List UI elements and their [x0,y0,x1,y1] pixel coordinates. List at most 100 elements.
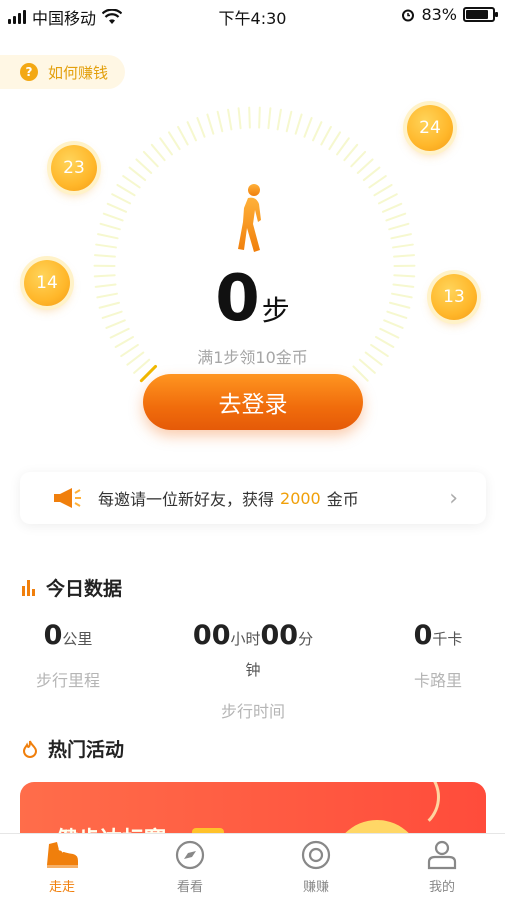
dial-tick [320,125,332,146]
dial-tick [343,143,359,162]
dial-tick [356,158,374,174]
bar-chart-icon [22,579,35,596]
dial-tick [122,175,141,189]
invite-amount: 2000 [280,488,321,508]
tab-walk[interactable]: 走走 [22,840,102,895]
distance-value: 0 [43,620,63,651]
dial-tick [135,158,153,174]
dial-tick [116,183,136,197]
today-data-title: 今日数据 [46,578,123,600]
how-to-earn-button[interactable]: ? 如何赚钱 [0,55,125,89]
hot-activities-header: 热门活动 [22,735,124,762]
dial-tick [267,107,272,130]
step-unit: 步 [261,294,290,327]
compass-icon [175,840,205,870]
login-button[interactable]: 去登录 [143,374,363,430]
tab-me-label: 我的 [428,880,455,895]
dial-tick [258,106,261,129]
battery-percent: 83% [421,5,457,24]
dial-tick [97,233,119,240]
question-icon: ? [20,63,38,81]
dial-tick [99,222,121,231]
reward-hint: 满1步领10金币 [197,348,308,367]
dial-tick [95,243,117,249]
invite-friends-banner[interactable]: 每邀请一位新好友，获得 2000 金币 › [20,472,486,524]
tab-walk-label: 走走 [48,880,75,895]
dial-tick [373,183,393,197]
calories-value: 0 [413,620,433,651]
alarm-icon [402,9,415,21]
dial-tick [206,113,215,135]
dial-tick [196,117,206,138]
walk-time-label: 步行时间 [220,702,285,721]
minutes-value: 00 [260,620,299,651]
dial-tick [142,150,159,168]
tab-watch-label: 看看 [176,880,203,895]
dial-tick [159,137,173,156]
dial-tick [276,108,282,131]
dial-tick [377,193,398,205]
dial-tick [111,193,132,205]
today-data-header: 今日数据 [22,574,122,601]
distance-unit: 公里 [62,630,93,648]
megaphone-icon [54,488,81,508]
dial-tick [336,137,350,156]
dial-tick [328,131,342,151]
dial-tick [381,202,403,213]
walking-person-icon [238,184,261,252]
dial-tick [227,108,233,131]
bottom-tab-bar: 走走 看看 赚赚 我的 [0,833,505,900]
coin-bubble[interactable]: 23 [51,145,97,191]
dial-tick [362,166,381,182]
dial-tick [390,233,412,240]
dial-tick [150,143,166,162]
step-count-value: 0 [215,262,260,336]
dial-tick [388,222,410,231]
dial-tick [368,175,387,189]
dial-tick [177,125,189,146]
dial-tick [393,254,416,258]
dial-tick [303,117,313,138]
tab-earn-label: 赚赚 [302,880,329,895]
tab-earn[interactable]: 赚赚 [276,840,356,895]
tab-me[interactable]: 我的 [402,840,482,895]
dial-tick [392,243,414,249]
hours-unit: 小时 [230,630,261,648]
chevron-right-icon: › [449,486,458,511]
dial-tick [186,121,197,142]
calories-label: 卡路里 [413,671,462,690]
distance-stat: 0公里 步行里程 [28,620,108,691]
tab-watch[interactable]: 看看 [150,840,230,895]
dial-tick [385,212,407,222]
distance-label: 步行里程 [35,671,100,690]
flame-icon [22,740,38,758]
person-icon [427,840,457,870]
hot-activities-title: 热门活动 [48,739,125,761]
coin-bubble[interactable]: 24 [407,105,453,151]
dial-tick [93,254,116,258]
dial-tick [350,150,367,168]
battery-fill [466,10,488,19]
status-bar: 中国移动 下午4:30 83% [0,0,505,30]
battery-icon [463,7,498,22]
dial-tick [352,365,369,382]
hours-value: 00 [192,620,231,651]
dial-tick [128,166,147,182]
coin-target-icon [301,840,331,870]
dial-tick [294,113,303,135]
walk-time-stat: 00小时00分钟 步行时间 [188,620,318,722]
dial-tick [216,110,224,133]
dial-tick [312,121,323,142]
dial-tick [102,212,124,222]
dial-tick [285,110,293,133]
invite-prefix: 每邀请一位新好友，获得 [98,490,275,509]
calories-stat: 0千卡 卡路里 [398,620,478,691]
coin-amount: 24 [419,118,441,138]
shoe-icon [47,842,78,868]
dial-tick [237,107,242,130]
how-to-earn-label: 如何赚钱 [48,63,109,82]
step-count: 0步 [0,262,505,336]
invite-suffix: 金币 [326,490,359,509]
calories-unit: 千卡 [432,630,463,648]
dial-tick [167,131,181,151]
